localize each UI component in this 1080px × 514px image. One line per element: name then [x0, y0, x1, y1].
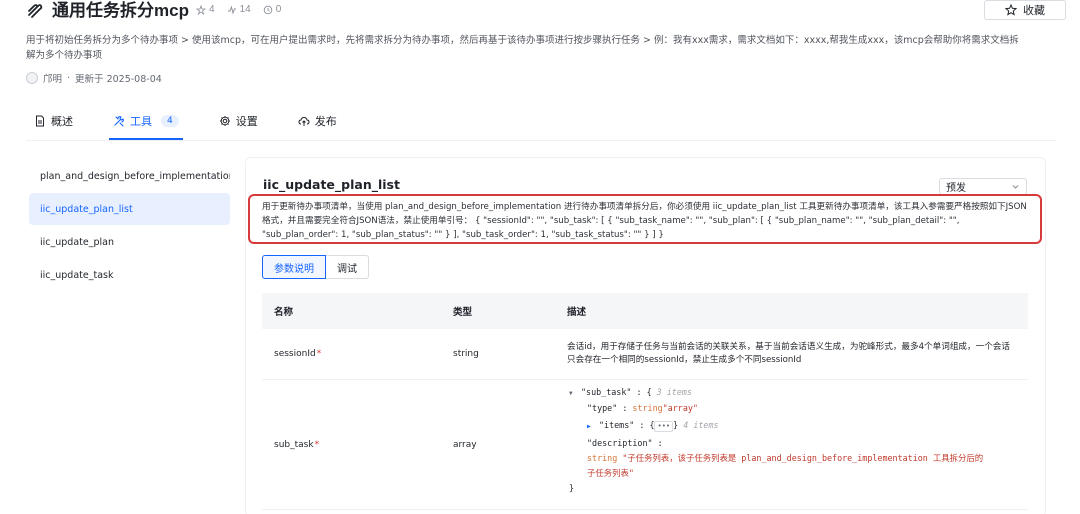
tab-publish[interactable]: 发布 [298, 110, 337, 132]
json-key: "description" [587, 438, 653, 448]
gear-icon [219, 116, 230, 126]
required-mark: * [316, 349, 322, 359]
collapsed-dots[interactable]: ••• [654, 421, 674, 432]
tools-count-badge: 4 [161, 115, 179, 127]
param-schema-cell: ▼ "sub_task" : { 3 items "type" : string"… [567, 387, 1028, 496]
main-tabs: 概述 工具 4 设置 发布 [34, 110, 377, 140]
tab-tools-label: 工具 [130, 115, 152, 128]
json-schema-viewer: ▼ "sub_task" : { 3 items "type" : string"… [567, 385, 1018, 496]
stars-stat: 4 [196, 4, 215, 16]
tool-list: plan_and_design_before_implementation ..… [29, 160, 230, 292]
chevron-down-icon [1012, 185, 1019, 189]
views-stat: 0 [263, 4, 282, 16]
param-name-cell: sub_task* [262, 440, 453, 450]
page-header: 通用任务拆分mcp 4 14 0 收藏 用于将初始任务拆分为多个待办事项 > 使… [0, 0, 1080, 100]
json-colon: : [622, 403, 628, 413]
json-colon: : [657, 438, 663, 448]
sidebar-item-plan-and-design[interactable]: plan_and_design_before_implementation ..… [29, 160, 230, 192]
json-brace: { [646, 387, 652, 397]
json-colon: : [639, 420, 645, 430]
param-type: string [453, 349, 479, 359]
tab-settings-label: 设置 [235, 115, 258, 128]
json-brace: } [673, 420, 679, 430]
avatar [26, 72, 38, 84]
page-title: 通用任务拆分mcp [52, 1, 189, 20]
header-name: 名称 [274, 307, 294, 318]
json-comment: 3 items [656, 387, 692, 397]
activity-icon [227, 5, 236, 15]
json-value: "子任务列表，该子任务列表是 plan_and_design_before_im… [587, 453, 984, 478]
stats-bar: 4 14 0 [196, 4, 281, 16]
header-type: 类型 [453, 307, 473, 318]
params-table: 名称 类型 描述 sessionId* string 会话id，用于存储子任务与… [262, 293, 1028, 510]
param-type: array [453, 439, 477, 450]
tab-tools[interactable]: 工具 4 [109, 110, 183, 140]
param-description: 会话id，用于存储子任务与当前会话的关联关系，基于当前会话语义生成，为驼峰形式，… [567, 342, 1011, 365]
json-key: "sub_task" [581, 387, 632, 397]
tab-debug[interactable]: 调试 [326, 255, 369, 279]
upload-cloud-icon [298, 116, 310, 126]
mcp-description: 用于将初始任务拆分为多个待办事项 > 使用该mcp，可在用户提出需求时，先将需求… [26, 35, 1019, 61]
json-colon: : [636, 387, 642, 397]
tool-detail-panel: iic_update_plan_list 预发 用于更新待办事项清单，当使用 p… [245, 157, 1046, 514]
collapse-triangle-icon[interactable]: ▼ [569, 386, 581, 401]
tab-publish-label: 发布 [314, 115, 337, 128]
json-type: string [632, 403, 663, 413]
document-icon [36, 115, 44, 127]
tab-param-docs[interactable]: 参数说明 [262, 255, 326, 279]
views-count: 0 [275, 4, 282, 15]
calls-count: 14 [239, 4, 251, 15]
table-row: sessionId* string 会话id，用于存储子任务与当前会话的关联关系… [262, 329, 1028, 380]
tool-name: iic_update_plan_list [263, 177, 400, 192]
table-row: sub_task* array ▼ "sub_task" : { 3 items … [262, 380, 1028, 510]
expand-triangle-icon[interactable]: ▶ [587, 419, 599, 434]
stars-count: 4 [209, 4, 215, 15]
author-name: 邝明 [43, 74, 63, 85]
sidebar-item-iic-update-task[interactable]: iic_update_task [29, 259, 230, 291]
star-icon [196, 5, 206, 15]
sidebar-item-iic-update-plan[interactable]: iic_update_plan [29, 226, 230, 258]
sidebar-item-iic-update-plan-list[interactable]: iic_update_plan_list [29, 193, 230, 225]
tab-overview-label: 概述 [51, 115, 73, 128]
star-outline-icon [1005, 4, 1017, 16]
favorite-label: 收藏 [1023, 4, 1045, 17]
json-line-type: "type" : string"array" [569, 401, 1018, 416]
tool-description: 用于更新待办事项清单，当使用 plan_and_design_before_im… [248, 194, 1042, 244]
environment-value: 预发 [946, 183, 966, 194]
json-line-description: "description" : [569, 436, 1018, 451]
updated-date: 更新于 2025-08-04 [75, 74, 162, 85]
tabs-divider [26, 140, 1056, 141]
author-meta: 邝明 · 更新于 2025-08-04 [26, 71, 162, 85]
environment-select[interactable]: 预发 [939, 178, 1027, 195]
json-line-items: ▶ "items" : {•••} 4 items [569, 418, 1018, 434]
json-brace: } [569, 483, 575, 493]
json-value: "array" [662, 403, 698, 413]
clock-icon [263, 5, 272, 15]
json-key: "type" [587, 403, 618, 413]
json-line-description-value: string "子任务列表，该子任务列表是 plan_and_design_be… [569, 451, 989, 481]
param-name: sub_task [274, 439, 314, 450]
tab-settings[interactable]: 设置 [219, 110, 258, 132]
meta-separator: · [67, 72, 71, 84]
mcp-logo-icon [26, 2, 44, 20]
json-line-close: } [569, 481, 1018, 496]
param-name: sessionId [274, 349, 316, 359]
json-line-root: ▼ "sub_task" : { 3 items [569, 385, 1018, 401]
required-mark: * [314, 439, 320, 450]
calls-stat: 14 [227, 4, 251, 16]
header-description: 描述 [567, 307, 587, 318]
table-header: 名称 类型 描述 [262, 293, 1028, 329]
json-comment: 4 items [683, 420, 719, 430]
detail-subtabs: 参数说明 调试 [262, 255, 369, 279]
json-type: string [587, 453, 618, 463]
favorite-button[interactable]: 收藏 [984, 0, 1066, 20]
json-key: "items" [599, 420, 635, 430]
tab-overview[interactable]: 概述 [34, 110, 73, 132]
tools-icon [114, 116, 124, 127]
param-name-cell: sessionId* [262, 349, 453, 359]
